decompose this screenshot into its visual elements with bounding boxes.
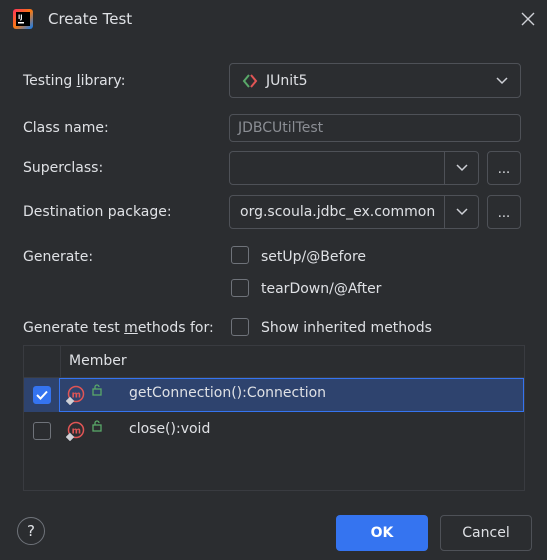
row-checkbox[interactable]: [33, 386, 51, 404]
method-name: getConnection():Connection: [129, 385, 327, 401]
svg-text:m: m: [72, 391, 81, 401]
public-access-icon: [92, 420, 102, 432]
class-name-input[interactable]: JDBCUtilTest: [229, 114, 521, 142]
chevron-down-icon: [496, 73, 508, 89]
svg-text:IJ: IJ: [18, 14, 22, 21]
cancel-button[interactable]: Cancel: [440, 515, 532, 551]
public-access-icon: [92, 384, 102, 396]
chevron-down-icon[interactable]: [444, 152, 478, 184]
help-button[interactable]: ?: [17, 517, 45, 545]
generate-label: Generate:: [23, 249, 94, 265]
chevron-down-icon[interactable]: [444, 196, 478, 228]
table-row[interactable]: m close():void: [24, 414, 524, 448]
teardown-checkbox[interactable]: [231, 279, 249, 297]
close-icon[interactable]: [518, 9, 538, 29]
destination-package-browse-button[interactable]: ...: [487, 195, 521, 229]
superclass-input[interactable]: [230, 152, 444, 184]
member-column-header[interactable]: Member: [69, 353, 127, 369]
ok-button[interactable]: OK: [336, 515, 428, 551]
class-name-label: Class name:: [23, 120, 109, 136]
destination-package-input[interactable]: org.scoula.jdbc_ex.common: [230, 196, 444, 228]
generate-methods-label: Generate test methods for:: [23, 320, 214, 336]
method-name: close():void: [129, 421, 211, 437]
superclass-dropdown[interactable]: [229, 151, 479, 185]
table-header: Member: [24, 346, 524, 378]
junit-icon: [241, 73, 259, 89]
teardown-label: tearDown/@After: [261, 281, 382, 297]
superclass-label: Superclass:: [23, 160, 104, 176]
row-checkbox[interactable]: [33, 422, 51, 440]
svg-text:m: m: [72, 427, 81, 437]
intellij-app-icon: IJ: [12, 8, 34, 30]
testing-library-value: JUnit5: [266, 72, 308, 89]
show-inherited-label: Show inherited methods: [261, 320, 432, 336]
setup-checkbox[interactable]: [231, 246, 249, 264]
show-inherited-checkbox[interactable]: [231, 318, 249, 336]
destination-package-label: Destination package:: [23, 204, 172, 220]
testing-library-label: Testing library:: [23, 73, 126, 89]
superclass-browse-button[interactable]: ...: [487, 151, 521, 185]
dialog-title: Create Test: [48, 10, 133, 28]
destination-package-dropdown[interactable]: org.scoula.jdbc_ex.common: [229, 195, 479, 229]
method-icon: m: [65, 385, 86, 406]
testing-library-dropdown[interactable]: JUnit5: [229, 63, 521, 98]
method-icon: m: [65, 421, 86, 442]
members-table: Member m getConnection():Connection m cl…: [23, 345, 525, 491]
setup-label: setUp/@Before: [261, 249, 367, 265]
table-row[interactable]: m getConnection():Connection: [24, 378, 524, 412]
